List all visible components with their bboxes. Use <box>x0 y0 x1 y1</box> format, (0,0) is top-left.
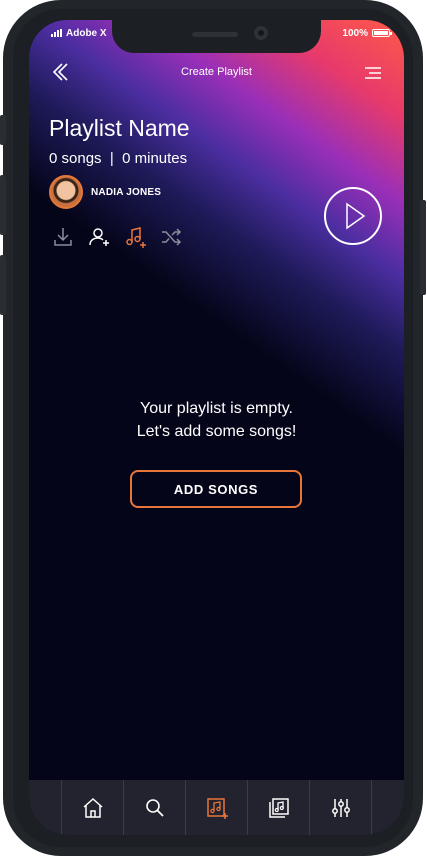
signal-icon <box>51 29 62 37</box>
volume-down-button <box>0 255 6 315</box>
download-icon[interactable] <box>51 225 75 249</box>
avatar[interactable] <box>49 175 83 209</box>
nav-library[interactable] <box>247 780 309 835</box>
front-camera <box>254 26 268 40</box>
status-bar-left: Adobe X <box>51 26 107 40</box>
notch <box>112 20 321 53</box>
nav-search[interactable] <box>123 780 185 835</box>
play-icon <box>346 202 366 230</box>
home-icon <box>83 797 102 818</box>
add-songs-button[interactable]: ADD SONGS <box>130 470 302 508</box>
search-icon <box>145 798 164 817</box>
nav-equalizer[interactable] <box>309 780 372 835</box>
add-music-icon[interactable] <box>123 225 147 249</box>
playlist-meta: 0 songs | 0 minutes <box>49 150 188 167</box>
mute-switch <box>0 115 6 145</box>
speaker-grill <box>192 32 238 37</box>
volume-up-button <box>0 175 6 235</box>
page-title: Create Playlist <box>181 66 252 78</box>
add-user-icon[interactable] <box>87 225 111 249</box>
play-button[interactable] <box>324 187 382 245</box>
app-screen: Adobe X 100% Create Playlist Playlist Na… <box>29 20 404 835</box>
playlist-actions <box>51 225 183 249</box>
status-bar-right: 100% <box>342 26 392 40</box>
battery-icon <box>372 29 392 37</box>
battery-percent: 100% <box>342 27 368 39</box>
library-icon <box>268 797 289 818</box>
playlist-owner[interactable]: NADIA JONES <box>49 175 161 209</box>
playlist-name[interactable]: Playlist Name <box>49 115 190 142</box>
bottom-nav <box>29 780 404 835</box>
carrier-label: Adobe X <box>66 27 107 39</box>
nav-home[interactable] <box>61 780 123 835</box>
empty-state-line-2: Let's add some songs! <box>136 423 297 440</box>
power-button <box>420 200 426 295</box>
equalizer-icon <box>331 798 350 817</box>
phone-frame: Adobe X 100% Create Playlist Playlist Na… <box>0 0 426 856</box>
nav-create-playlist[interactable] <box>185 780 247 835</box>
owner-name: NADIA JONES <box>91 186 162 198</box>
menu-icon <box>365 67 381 79</box>
empty-state-line-1: Your playlist is empty. <box>140 400 293 417</box>
shuffle-icon[interactable] <box>159 225 183 249</box>
menu-button[interactable] <box>364 64 382 82</box>
playlist-add-icon <box>206 797 228 819</box>
empty-state-message: Your playlist is empty. Let's add some s… <box>29 397 404 443</box>
